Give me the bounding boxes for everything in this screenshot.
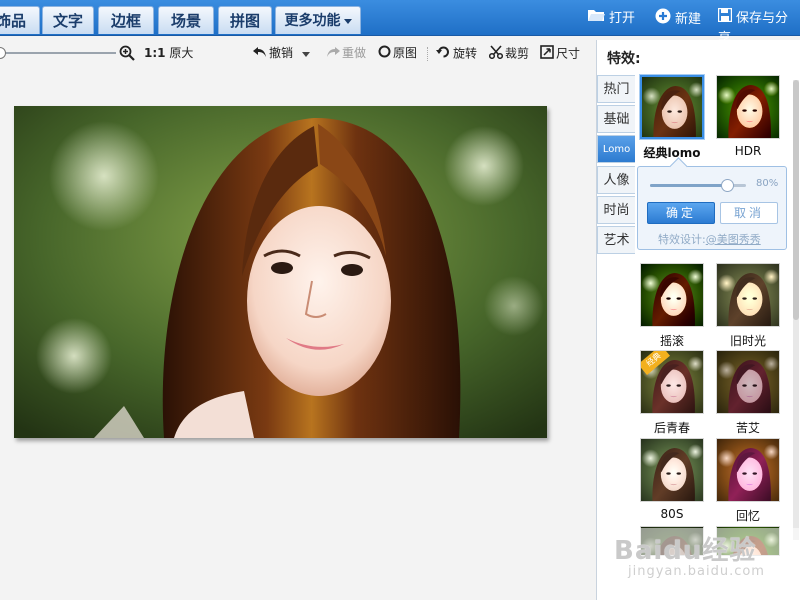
- toolbar-separator: [427, 47, 428, 61]
- tab-frame[interactable]: 边框: [98, 6, 154, 34]
- open-button[interactable]: 打开: [587, 8, 635, 28]
- effect-label: 经典lomo: [643, 146, 701, 160]
- effect-label: HDR: [734, 144, 762, 158]
- open-label: 打开: [609, 11, 636, 26]
- resize-label: 尺寸: [556, 46, 581, 61]
- original-image-button[interactable]: 原图: [378, 45, 417, 61]
- effect-thumbnail: [640, 75, 704, 139]
- effect-thumbnail: [716, 263, 780, 327]
- category-basic[interactable]: 基础: [597, 105, 635, 133]
- effect-hdr[interactable]: HDR: [716, 75, 780, 158]
- effect-absinthe[interactable]: 苦艾: [716, 350, 780, 436]
- zoom-slider-track[interactable]: [0, 52, 116, 54]
- intensity-slider-fill: [650, 184, 727, 187]
- chevron-down-icon: [343, 18, 352, 24]
- effect-memory[interactable]: 回忆: [716, 438, 780, 524]
- effect-rock[interactable]: 摇滚: [640, 263, 704, 349]
- crop-label: 裁剪: [505, 46, 530, 61]
- undo-label: 撤销: [269, 46, 294, 60]
- new-label: 新建: [675, 12, 702, 27]
- edit-toolbar: 1:1 原大 撤销 重做 原图 旋转 裁剪 尺寸: [0, 37, 595, 69]
- effect-thumbnail: 经典: [640, 350, 704, 414]
- original-label: 原图: [393, 46, 418, 60]
- redo-icon: [326, 46, 340, 62]
- plus-circle-icon: [655, 8, 671, 31]
- effect-classic-lomo[interactable]: 经典lomo: [640, 75, 704, 161]
- effect-label: 摇滚: [659, 334, 684, 348]
- more-features-menu[interactable]: 更多功能: [275, 6, 361, 34]
- panel-title: 特效:: [607, 51, 641, 67]
- baidu-watermark: Baidu经验 jingyan.baidu.com: [612, 528, 800, 600]
- rotate-label: 旋转: [453, 46, 478, 61]
- intensity-slider[interactable]: [650, 179, 746, 192]
- effect-label: 后青春: [653, 421, 690, 435]
- redo-label: 重做: [342, 46, 367, 60]
- rotate-button[interactable]: 旋转: [436, 45, 477, 61]
- effect-80s[interactable]: 80S: [640, 438, 704, 521]
- zoom-slider-handle[interactable]: [0, 47, 6, 59]
- effect-label: 旧时光: [729, 334, 766, 348]
- intensity-slider-handle[interactable]: [720, 179, 734, 192]
- actual-size-button[interactable]: 1:1 原大: [144, 45, 193, 61]
- rotate-icon: [436, 45, 451, 63]
- effect-thumbnail: [716, 75, 780, 139]
- effect-designer-credit: 特效设计:@美图秀秀: [658, 231, 761, 247]
- portrait-image: [14, 106, 547, 438]
- zoom-in-button[interactable]: [119, 45, 137, 61]
- undo-icon: [253, 46, 267, 62]
- category-popular[interactable]: 热门: [597, 75, 635, 103]
- effect-thumbnail: [716, 350, 780, 414]
- chevron-down-icon: [302, 52, 310, 57]
- tab-decorations[interactable]: 饰品: [0, 6, 40, 34]
- top-nav-bar: 饰品 文字 边框 场景 拼图 更多功能 打开 新建 保存与分享: [0, 0, 800, 46]
- effect-thumbnail: [640, 263, 704, 327]
- intensity-value: 80%: [756, 178, 779, 189]
- effect-youth[interactable]: 经典 后青春: [640, 350, 704, 436]
- cancel-button[interactable]: 取消: [720, 202, 778, 224]
- tab-scene[interactable]: 场景: [158, 6, 214, 34]
- effect-thumbnail: [716, 438, 780, 502]
- watermark-url: jingyan.baidu.com: [628, 564, 765, 579]
- new-button[interactable]: 新建: [655, 8, 701, 28]
- floppy-disk-icon: [717, 7, 733, 29]
- effect-label: 回忆: [735, 509, 760, 523]
- designer-link[interactable]: @美图秀秀: [706, 233, 761, 246]
- effect-intensity-popup: 80% 确定 取消 特效设计:@美图秀秀: [637, 166, 787, 250]
- effect-label: 80S: [660, 507, 684, 521]
- folder-open-icon: [587, 8, 605, 29]
- crop-button[interactable]: 裁剪: [488, 45, 530, 63]
- category-art[interactable]: 艺术: [597, 226, 635, 254]
- effects-scrollbar[interactable]: [793, 80, 799, 540]
- effect-thumbnail: [640, 438, 704, 502]
- credit-prefix: 特效设计:: [658, 233, 706, 246]
- undo-button[interactable]: 撤销: [253, 45, 293, 61]
- tab-collage[interactable]: 拼图: [218, 6, 272, 34]
- tab-text[interactable]: 文字: [42, 6, 94, 34]
- effect-old-times[interactable]: 旧时光: [716, 263, 780, 349]
- actual-size-label: 原大: [169, 46, 194, 60]
- undo-history-dropdown[interactable]: [302, 46, 310, 62]
- more-features-label: 更多功能: [284, 13, 341, 29]
- scissors-icon: [488, 45, 504, 63]
- effects-scrollbar-thumb[interactable]: [793, 80, 799, 320]
- edited-photo[interactable]: [14, 106, 547, 438]
- save-share-button[interactable]: 保存与分享: [717, 7, 800, 46]
- circle-icon: [378, 45, 391, 62]
- category-fashion[interactable]: 时尚: [597, 196, 635, 224]
- confirm-button[interactable]: 确定: [647, 202, 715, 224]
- zoom-in-icon: [119, 45, 135, 65]
- category-portrait[interactable]: 人像: [597, 166, 635, 194]
- resize-icon: [540, 45, 554, 63]
- resize-button[interactable]: 尺寸: [540, 45, 580, 61]
- zoom-ratio: 1:1: [144, 46, 166, 60]
- effect-label: 苦艾: [735, 421, 760, 435]
- redo-button[interactable]: 重做: [326, 45, 366, 61]
- category-lomo[interactable]: Lomo: [597, 135, 635, 163]
- watermark-logo: Baidu经验: [614, 536, 757, 566]
